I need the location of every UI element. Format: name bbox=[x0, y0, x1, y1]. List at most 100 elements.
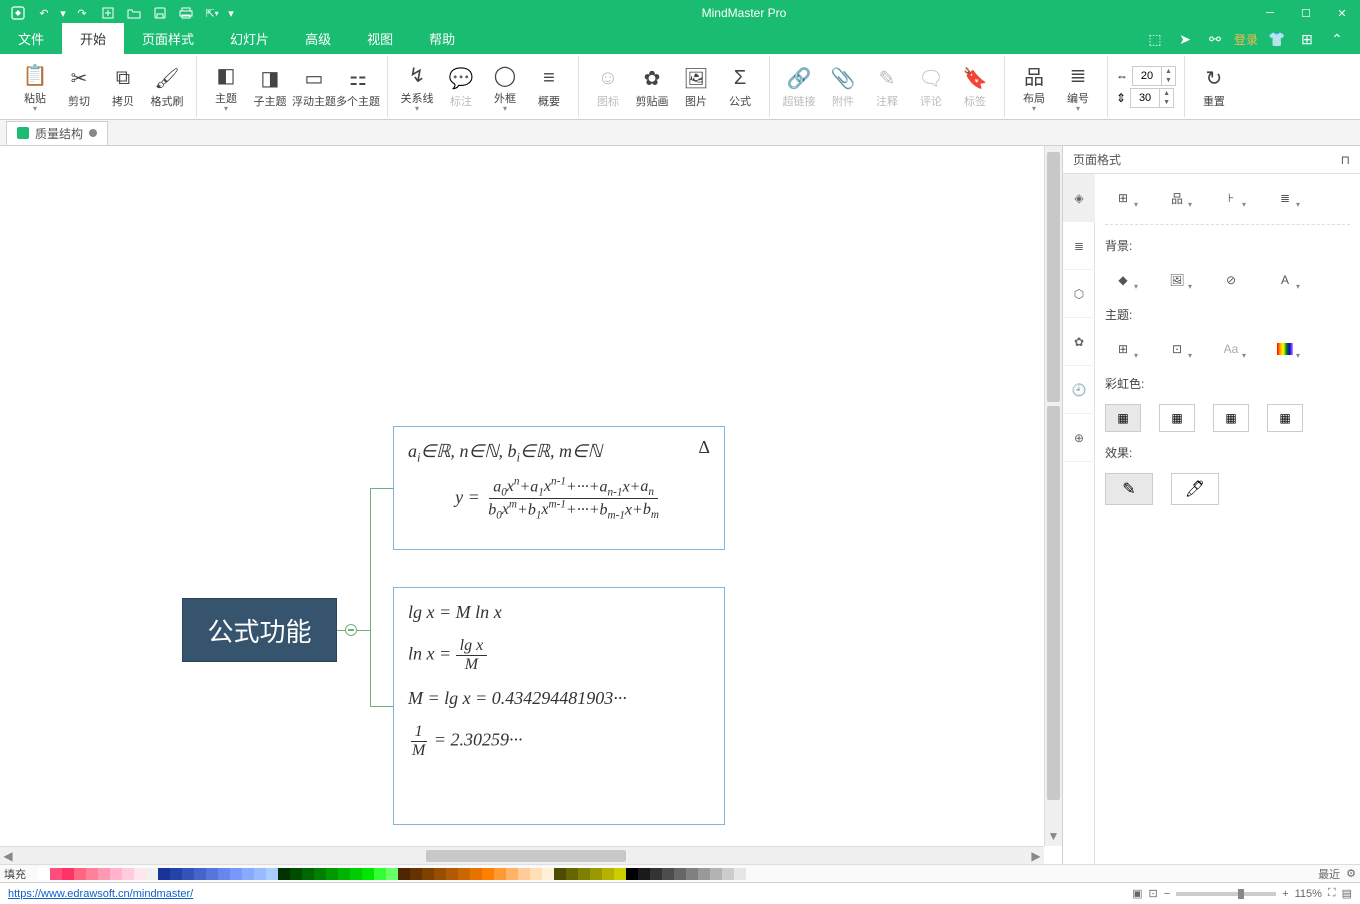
side-tab-add[interactable]: ⊕ bbox=[1063, 414, 1095, 462]
clipart-button[interactable]: ✿剪贴画 bbox=[631, 58, 673, 116]
hspacing-spinner[interactable]: ▲▼ bbox=[1132, 66, 1176, 86]
color-swatch[interactable] bbox=[686, 868, 698, 880]
collapse-ribbon-icon[interactable]: ⌃ bbox=[1326, 28, 1348, 50]
zoom-out-icon[interactable]: − bbox=[1164, 888, 1170, 900]
color-swatch[interactable] bbox=[242, 868, 254, 880]
color-swatch[interactable] bbox=[62, 868, 74, 880]
color-swatch[interactable] bbox=[590, 868, 602, 880]
fullscreen-icon[interactable]: ⛶ bbox=[1328, 887, 1336, 900]
side-tab-outline[interactable]: ≣ bbox=[1063, 222, 1095, 270]
summary-button[interactable]: ≡概要 bbox=[528, 58, 570, 116]
cut-button[interactable]: ✂剪切 bbox=[58, 58, 100, 116]
menu-home[interactable]: 开始 bbox=[62, 23, 124, 54]
color-swatch[interactable] bbox=[614, 868, 626, 880]
collapse-handle-icon[interactable] bbox=[345, 624, 357, 636]
color-swatch[interactable] bbox=[302, 868, 314, 880]
apps-icon[interactable]: ⊞ bbox=[1296, 28, 1318, 50]
color-swatch[interactable] bbox=[434, 868, 446, 880]
color-picker-icon[interactable]: ⚙ bbox=[1346, 867, 1356, 880]
color-swatch[interactable] bbox=[566, 868, 578, 880]
color-swatch[interactable] bbox=[362, 868, 374, 880]
color-swatch[interactable] bbox=[110, 868, 122, 880]
rainbow-3[interactable]: ▦ bbox=[1213, 404, 1249, 432]
color-swatch[interactable] bbox=[626, 868, 638, 880]
panel-toggle-icon[interactable]: ▤ bbox=[1342, 887, 1352, 900]
multiple-topic-button[interactable]: ⚏多个主题 bbox=[337, 58, 379, 116]
theme-style[interactable]: ⊞▾ bbox=[1105, 335, 1141, 363]
redo-icon[interactable]: ↷ bbox=[70, 1, 94, 25]
app-logo-icon[interactable] bbox=[6, 1, 30, 25]
open-icon[interactable] bbox=[122, 1, 146, 25]
tag-button[interactable]: 🔖标签 bbox=[954, 58, 996, 116]
color-swatch[interactable] bbox=[650, 868, 662, 880]
print-icon[interactable] bbox=[174, 1, 198, 25]
color-swatch[interactable] bbox=[638, 868, 650, 880]
fit-page-icon[interactable]: ▣ bbox=[1132, 887, 1142, 900]
color-swatch[interactable] bbox=[374, 868, 386, 880]
color-swatch[interactable] bbox=[602, 868, 614, 880]
zoom-slider[interactable] bbox=[1176, 892, 1276, 896]
color-swatches[interactable] bbox=[38, 868, 746, 880]
side-tab-clipart[interactable]: ✿ bbox=[1063, 318, 1095, 366]
side-tab-format[interactable]: ◈ bbox=[1063, 174, 1095, 222]
color-swatch[interactable] bbox=[182, 868, 194, 880]
shirt-icon[interactable]: 👕 bbox=[1266, 28, 1288, 50]
format-painter-button[interactable]: 🖌格式刷 bbox=[146, 58, 188, 116]
rainbow-2[interactable]: ▦ bbox=[1159, 404, 1195, 432]
subtopic-formula-1[interactable]: Δ ai∈ℝ, n∈ℕ, bi∈ℝ, m∈ℕ y = a0xn+a1xn-1+·… bbox=[393, 426, 725, 550]
boundary-button[interactable]: ◯外框▾ bbox=[484, 58, 526, 116]
color-swatch[interactable] bbox=[482, 868, 494, 880]
layout-style-4[interactable]: ≣▾ bbox=[1267, 184, 1303, 212]
side-tab-history[interactable]: 🕘 bbox=[1063, 366, 1095, 414]
color-swatch[interactable] bbox=[446, 868, 458, 880]
comment-button[interactable]: 🗨评论 bbox=[910, 58, 952, 116]
menu-help[interactable]: 帮助 bbox=[411, 23, 473, 54]
close-icon[interactable]: ✕ bbox=[1324, 0, 1360, 26]
color-swatch[interactable] bbox=[326, 868, 338, 880]
color-swatch[interactable] bbox=[518, 868, 530, 880]
effect-brush[interactable]: 🖊 bbox=[1171, 473, 1219, 505]
formula-button[interactable]: Σ公式 bbox=[719, 58, 761, 116]
color-swatch[interactable] bbox=[134, 868, 146, 880]
effect-pencil[interactable]: ✎ bbox=[1105, 473, 1153, 505]
color-swatch[interactable] bbox=[122, 868, 134, 880]
callout-button[interactable]: 💬标注 bbox=[440, 58, 482, 116]
layout-style-3[interactable]: ⊦▾ bbox=[1213, 184, 1249, 212]
color-swatch[interactable] bbox=[734, 868, 746, 880]
color-swatch[interactable] bbox=[506, 868, 518, 880]
color-swatch[interactable] bbox=[254, 868, 266, 880]
side-tab-icons[interactable]: ⬡ bbox=[1063, 270, 1095, 318]
color-swatch[interactable] bbox=[290, 868, 302, 880]
pin-icon[interactable]: ⊓ bbox=[1341, 153, 1350, 167]
maximize-icon[interactable]: ☐ bbox=[1288, 0, 1324, 26]
color-swatch[interactable] bbox=[722, 868, 734, 880]
rainbow-4[interactable]: ▦ bbox=[1267, 404, 1303, 432]
horizontal-scrollbar[interactable]: ◀▶ bbox=[0, 846, 1044, 864]
layout-button[interactable]: 品布局▾ bbox=[1013, 58, 1055, 116]
share-icon[interactable]: ⚯ bbox=[1204, 28, 1226, 50]
color-swatch[interactable] bbox=[230, 868, 242, 880]
theme-color[interactable]: ▾ bbox=[1267, 335, 1303, 363]
subtopic-button[interactable]: ◨子主题 bbox=[249, 58, 291, 116]
menu-advanced[interactable]: 高级 bbox=[287, 23, 349, 54]
color-swatch[interactable] bbox=[50, 868, 62, 880]
save-icon[interactable] bbox=[148, 1, 172, 25]
color-swatch[interactable] bbox=[674, 868, 686, 880]
color-swatch[interactable] bbox=[74, 868, 86, 880]
color-swatch[interactable] bbox=[170, 868, 182, 880]
icon-button[interactable]: ☺图标 bbox=[587, 58, 629, 116]
theme-custom[interactable]: ⊡▾ bbox=[1159, 335, 1195, 363]
color-swatch[interactable] bbox=[554, 868, 566, 880]
color-swatch[interactable] bbox=[458, 868, 470, 880]
login-link[interactable]: 登录 bbox=[1234, 31, 1258, 48]
color-swatch[interactable] bbox=[542, 868, 554, 880]
send-icon[interactable]: ➤ bbox=[1174, 28, 1196, 50]
color-swatch[interactable] bbox=[698, 868, 710, 880]
paste-button[interactable]: 📋粘贴▾ bbox=[14, 58, 56, 116]
reset-button[interactable]: ↻重置 bbox=[1193, 58, 1235, 116]
color-swatch[interactable] bbox=[470, 868, 482, 880]
rainbow-1[interactable]: ▦ bbox=[1105, 404, 1141, 432]
qa-more-icon[interactable]: ▾ bbox=[226, 1, 236, 25]
floating-topic-button[interactable]: ▭浮动主题 bbox=[293, 58, 335, 116]
mindmap-canvas[interactable]: 公式功能 Δ ai∈ℝ, n∈ℕ, bi∈ℝ, m∈ℕ y = a0xn+a1x… bbox=[0, 146, 1044, 846]
